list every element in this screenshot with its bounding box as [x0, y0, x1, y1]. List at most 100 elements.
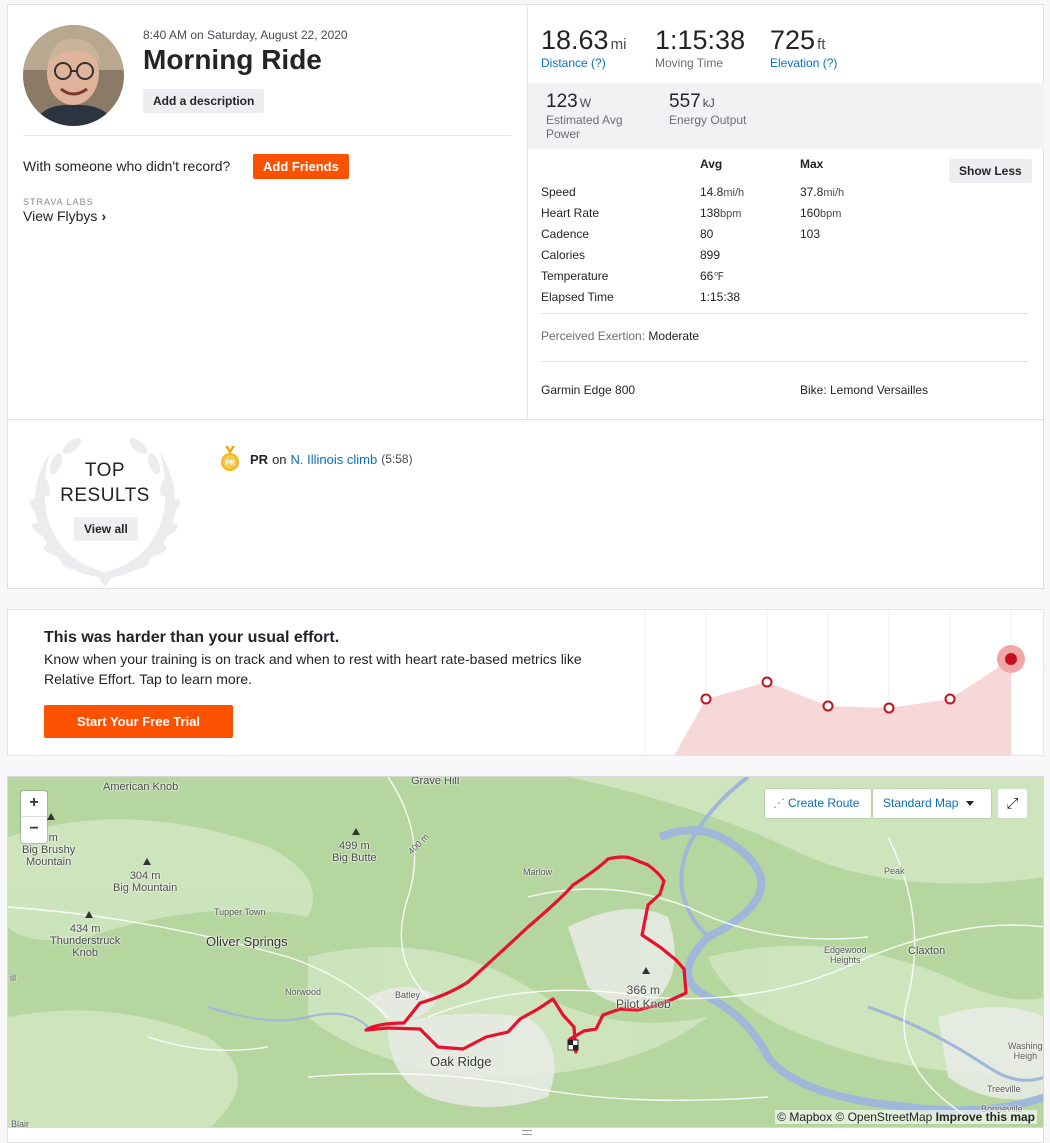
secondary-stats: 123 W Estimated Avg Power 557 kJ Energy Ou…	[528, 83, 1044, 149]
map-label-name-2: Mountain	[25, 856, 72, 868]
elevation-help-link[interactable]: Elevation (?)	[770, 56, 837, 70]
with-someone-text: With someone who didn't record?	[23, 158, 231, 174]
map-label: 366 m Pilot Knob	[616, 983, 671, 1011]
top-results-title: TOP RESULTS	[26, 458, 184, 508]
map-label: Norwood	[285, 987, 322, 997]
caret-down-icon	[966, 801, 975, 807]
zoom-in-button[interactable]: +	[21, 791, 47, 817]
effort-point	[700, 693, 712, 705]
map-label: 304 m Big Mountain	[113, 870, 177, 894]
pr-medal-icon: PR	[221, 446, 239, 471]
row-avg: 14.8mi/h	[700, 185, 744, 199]
stat-unit: kJ	[702, 96, 715, 110]
map-label-name: Big Mountain	[113, 882, 178, 894]
stat-value: 725	[770, 25, 816, 55]
zoom-out-button[interactable]: −	[21, 817, 47, 843]
map-label: Edgewood Heights	[824, 945, 867, 965]
top-results-line2: RESULTS	[60, 485, 150, 506]
stat-value: 557	[669, 91, 701, 112]
top-results-card: TOP RESULTS View all PR PR on N. Illinoi…	[7, 419, 1044, 589]
row-label: Calories	[541, 248, 586, 262]
map-type-dropdown[interactable]: Standard Map	[873, 789, 991, 818]
max-unit: mi/h	[823, 187, 845, 199]
map-label-name-2: Heights	[830, 955, 861, 965]
table-row: Speed 14.8mi/h 37.8mi/h	[541, 185, 1031, 206]
activity-date: 8:40 AM on Saturday, August 22, 2020	[143, 28, 348, 42]
route-map[interactable]: American Knob Grave Hill 9 m Big Brushy Mo…	[7, 776, 1044, 1128]
max-unit: bpm	[820, 208, 842, 220]
row-max: 103	[800, 227, 820, 241]
divider	[541, 361, 1029, 362]
add-description-button[interactable]: Add a description	[143, 89, 265, 113]
avg-unit: ℉	[713, 271, 724, 283]
view-flybys-link[interactable]: View Flybys ›	[23, 208, 106, 224]
row-label: Temperature	[541, 269, 609, 283]
perceived-exertion: Perceived Exertion: Moderate	[541, 329, 699, 343]
stat-value: 18.63	[541, 25, 609, 55]
attribution-text[interactable]: © Mapbox © OpenStreetMap	[777, 1110, 932, 1124]
row-label: Speed	[541, 185, 576, 199]
improve-map-link[interactable]: Improve this map	[936, 1110, 1035, 1124]
stat-elevation: 725 ft Elevation (?)	[770, 25, 837, 70]
show-less-button[interactable]: Show Less	[949, 159, 1032, 183]
chevron-right-icon: ›	[101, 208, 107, 224]
view-flybys-label: View Flybys	[23, 208, 98, 224]
map-label-elev: 304 m	[129, 870, 161, 882]
avatar[interactable]	[23, 25, 124, 126]
map-label-name: Edgewood	[824, 945, 867, 955]
map-resize-bar[interactable]	[7, 1128, 1044, 1143]
fullscreen-icon[interactable]: ⤢	[998, 789, 1027, 818]
avg-value: 14.8	[700, 185, 724, 199]
relative-effort-card[interactable]: This was harder than your usual effort. …	[7, 609, 1044, 756]
map-canvas[interactable]	[8, 777, 1044, 1128]
exertion-value: Moderate	[648, 329, 700, 343]
effort-point	[1005, 653, 1017, 665]
map-attribution: © Mapbox © OpenStreetMap Improve this ma…	[775, 1110, 1037, 1124]
map-label-name: Washing	[1008, 1041, 1043, 1051]
segment-time: (5:58)	[381, 452, 413, 466]
col-avg-header: Avg	[700, 157, 723, 171]
row-max: 160bpm	[800, 206, 841, 220]
map-label: Washing Heigh	[1008, 1041, 1043, 1061]
table-row: Elapsed Time 1:15:38	[541, 290, 1031, 311]
divider	[23, 135, 511, 136]
add-friends-button[interactable]: Add Friends	[253, 154, 349, 179]
map-label: Peak	[884, 866, 905, 876]
map-label-name: Big Brushy	[22, 844, 76, 856]
view-all-button[interactable]: View all	[74, 517, 138, 541]
effort-description: Know when your training is on track and …	[44, 651, 582, 687]
avg-value: 138	[700, 206, 721, 220]
map-label: 499 m Big Butte	[332, 840, 377, 864]
distance-help-link[interactable]: Distance (?)	[541, 56, 626, 70]
resize-grip-icon[interactable]	[522, 1130, 532, 1135]
start-free-trial-button[interactable]: Start Your Free Trial	[44, 705, 233, 738]
create-route-button[interactable]: ⋰ Create Route	[765, 789, 871, 818]
finish-flag-icon	[567, 1039, 579, 1051]
avg-unit: bpm	[720, 208, 742, 220]
effort-point	[761, 676, 773, 688]
stat-label: Moving Time	[655, 56, 724, 70]
effort-point	[883, 702, 895, 714]
map-label-name: Thunderstruck	[50, 935, 121, 947]
map-type-label: Standard Map	[883, 796, 959, 810]
avg-value: 66	[700, 269, 714, 283]
map-label: 434 m Thunderstruck Knob	[50, 923, 120, 959]
stat-energy: 557 kJ Energy Output	[669, 91, 759, 127]
route-icon: ⋰	[773, 796, 785, 810]
col-max-header: Max	[800, 157, 824, 171]
segment-link[interactable]: N. Illinois climb	[291, 452, 378, 467]
divider	[541, 313, 1029, 314]
map-label-name: Pilot Knob	[616, 997, 671, 1011]
row-avg: 138bpm	[700, 206, 741, 220]
map-label: Grave Hill	[411, 776, 460, 787]
map-label-elev: 366 m	[626, 983, 661, 997]
avg-value: 1:15:38	[700, 290, 741, 304]
stat-distance: 18.63 mi Distance (?)	[541, 25, 626, 70]
row-avg: 1:15:38	[700, 290, 740, 304]
create-route-label: Create Route	[788, 796, 860, 810]
pr-on: on	[272, 451, 287, 467]
activity-header: 8:40 AM on Saturday, August 22, 2020 Mor…	[8, 5, 527, 419]
map-label: American Knob	[103, 781, 179, 793]
map-label: ill	[10, 973, 16, 983]
stat-value: 1:15:38	[655, 25, 746, 55]
